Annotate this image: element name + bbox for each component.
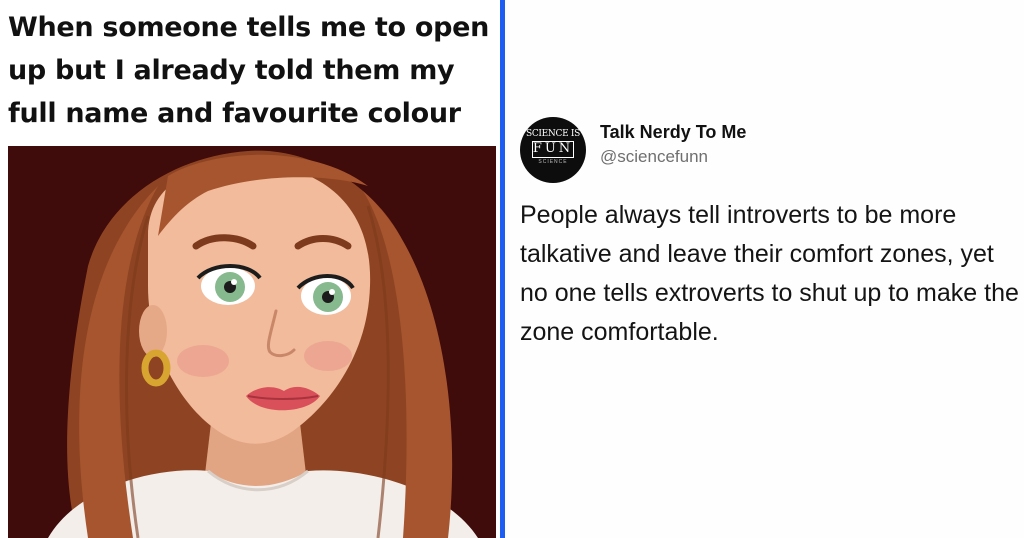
avatar-text-main: FUN [532, 141, 574, 156]
user-handle[interactable]: @sciencefunn [600, 147, 708, 167]
meme-caption: When someone tells me to open up but I a… [8, 12, 490, 129]
cartoon-woman-illustration [8, 146, 496, 538]
avatar-text-top: SCIENCE IS [525, 129, 581, 139]
display-name[interactable]: Talk Nerdy To Me [600, 122, 746, 143]
tweet-text: People always tell introverts to be more… [520, 201, 1019, 346]
avatar[interactable]: SCIENCE IS FUN SCIENCE [520, 117, 586, 183]
tweet-card: SCIENCE IS FUN SCIENCE Talk Nerdy To Me … [505, 0, 1024, 538]
meme-panel: When someone tells me to open up but I a… [0, 0, 500, 538]
ear [139, 305, 167, 357]
avatar-text-bottom: SCIENCE [538, 159, 568, 165]
